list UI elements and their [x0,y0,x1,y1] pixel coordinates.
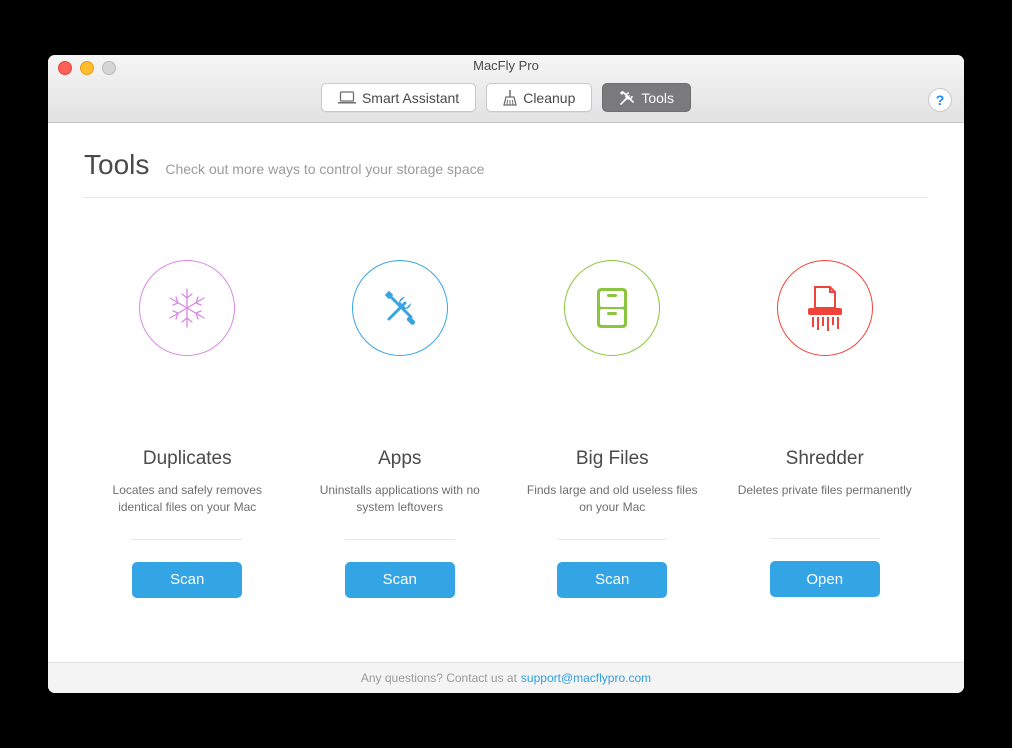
card-apps: Apps Uninstalls applications with no sys… [297,260,504,662]
scan-bigfiles-button[interactable]: Scan [557,562,667,598]
window-controls [58,61,116,75]
tab-tools[interactable]: Tools [602,83,691,112]
wrench-screwdriver-icon [352,260,448,356]
support-link[interactable]: support@macflypro.com [521,671,651,685]
broom-icon [503,90,517,106]
footer: Any questions? Contact us at support@mac… [48,662,964,693]
help-button[interactable]: ? [928,88,952,112]
tab-smart-assistant[interactable]: Smart Assistant [321,83,476,112]
card-desc: Deletes private files permanently [738,482,912,516]
tab-label: Cleanup [523,90,575,106]
tab-label: Tools [641,90,674,106]
drawer-icon [564,260,660,356]
page-title: Tools [84,149,149,181]
shredder-icon [777,260,873,356]
footer-text: Any questions? Contact us at [361,671,517,685]
app-window: MacFly Pro Smart Assistant [48,55,964,693]
fullscreen-button[interactable] [102,61,116,75]
page-header: Tools Check out more ways to control you… [84,149,928,181]
scan-duplicates-button[interactable]: Scan [132,562,242,598]
card-title: Apps [378,448,421,470]
tab-cleanup[interactable]: Cleanup [486,83,592,112]
divider [770,538,880,539]
window-title: MacFly Pro [48,55,964,77]
divider [345,539,455,540]
toolbar: Smart Assistant Cleanup [48,77,964,122]
page-subtitle: Check out more ways to control your stor… [165,161,484,177]
laptop-icon [338,91,356,104]
card-desc: Uninstalls applications with no system l… [307,482,492,517]
divider [132,539,242,540]
card-title: Shredder [786,448,864,470]
card-desc: Finds large and old useless files on you… [520,482,705,517]
card-bigfiles: Big Files Finds large and old useless fi… [509,260,716,662]
card-shredder: Shredder Deletes private files permanent… [722,260,929,662]
card-title: Big Files [576,448,649,470]
minimize-button[interactable] [80,61,94,75]
titlebar: MacFly Pro Smart Assistant [48,55,964,123]
snowflake-icon [139,260,235,356]
divider [557,539,667,540]
card-desc: Locates and safely removes identical fil… [95,482,280,517]
close-button[interactable] [58,61,72,75]
content: Tools Check out more ways to control you… [48,123,964,662]
tab-label: Smart Assistant [362,90,459,106]
card-title: Duplicates [143,448,232,470]
tools-icon [619,90,635,106]
cards-row: Duplicates Locates and safely removes id… [84,198,928,662]
open-shredder-button[interactable]: Open [770,561,880,597]
scan-apps-button[interactable]: Scan [345,562,455,598]
card-duplicates: Duplicates Locates and safely removes id… [84,260,291,662]
